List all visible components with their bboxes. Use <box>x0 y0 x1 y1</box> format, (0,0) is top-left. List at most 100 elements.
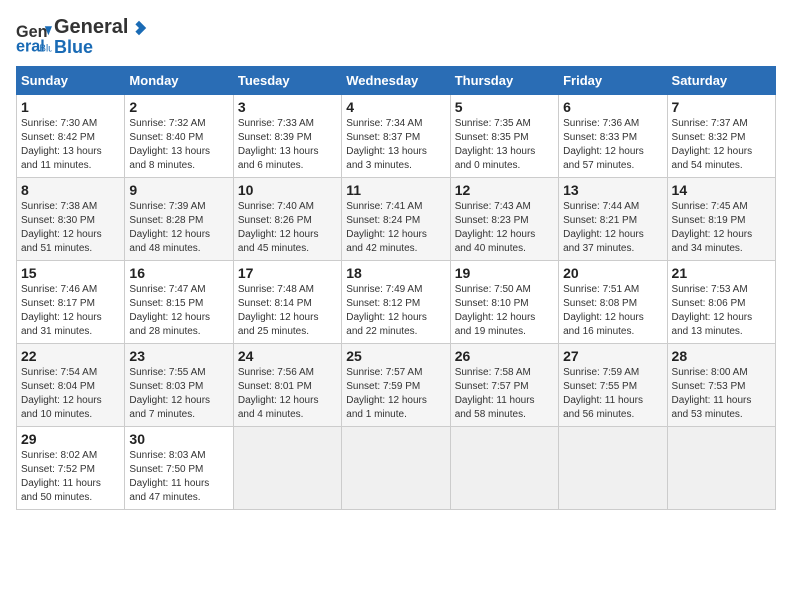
calendar-day-cell: 13 Sunrise: 7:44 AM Sunset: 8:21 PM Dayli… <box>559 177 667 260</box>
day-number: 26 <box>455 348 554 364</box>
calendar-day-cell: 23 Sunrise: 7:55 AM Sunset: 8:03 PM Dayli… <box>125 343 233 426</box>
calendar-day-cell: 8 Sunrise: 7:38 AM Sunset: 8:30 PM Daylig… <box>17 177 125 260</box>
calendar-day-cell: 26 Sunrise: 7:58 AM Sunset: 7:57 PM Dayli… <box>450 343 558 426</box>
day-info: Sunrise: 7:44 AM Sunset: 8:21 PM Dayligh… <box>563 200 662 256</box>
calendar-day-cell <box>450 426 558 509</box>
day-number: 16 <box>129 265 228 281</box>
calendar-day-cell: 3 Sunrise: 7:33 AM Sunset: 8:39 PM Daylig… <box>233 94 341 177</box>
day-info: Sunrise: 7:43 AM Sunset: 8:23 PM Dayligh… <box>455 200 554 256</box>
day-info: Sunrise: 7:45 AM Sunset: 8:19 PM Dayligh… <box>672 200 771 256</box>
calendar-day-cell: 22 Sunrise: 7:54 AM Sunset: 8:04 PM Dayli… <box>17 343 125 426</box>
day-info: Sunrise: 7:55 AM Sunset: 8:03 PM Dayligh… <box>129 366 228 422</box>
day-info: Sunrise: 7:54 AM Sunset: 8:04 PM Dayligh… <box>21 366 120 422</box>
calendar-day-cell: 27 Sunrise: 7:59 AM Sunset: 7:55 PM Dayli… <box>559 343 667 426</box>
day-number: 24 <box>238 348 337 364</box>
calendar-day-header: Friday <box>559 66 667 94</box>
calendar-day-cell: 25 Sunrise: 7:57 AM Sunset: 7:59 PM Dayli… <box>342 343 450 426</box>
day-number: 3 <box>238 99 337 115</box>
calendar-day-cell: 29 Sunrise: 8:02 AM Sunset: 7:52 PM Dayli… <box>17 426 125 509</box>
calendar-day-header: Saturday <box>667 66 775 94</box>
calendar-day-cell: 1 Sunrise: 7:30 AM Sunset: 8:42 PM Daylig… <box>17 94 125 177</box>
day-number: 15 <box>21 265 120 281</box>
page-header: Gen eral Blue General Blue <box>16 16 776 58</box>
day-info: Sunrise: 7:59 AM Sunset: 7:55 PM Dayligh… <box>563 366 662 422</box>
calendar-day-cell: 18Sunrise: 7:49 AM Sunset: 8:12 PM Dayli… <box>342 260 450 343</box>
day-number: 5 <box>455 99 554 115</box>
calendar-week-row: 22 Sunrise: 7:54 AM Sunset: 8:04 PM Dayli… <box>17 343 776 426</box>
calendar-day-cell: 28Sunrise: 8:00 AM Sunset: 7:53 PM Dayli… <box>667 343 775 426</box>
day-number: 7 <box>672 99 771 115</box>
calendar-day-cell: 19Sunrise: 7:50 AM Sunset: 8:10 PM Dayli… <box>450 260 558 343</box>
day-info: Sunrise: 7:56 AM Sunset: 8:01 PM Dayligh… <box>238 366 337 422</box>
calendar-week-row: 8 Sunrise: 7:38 AM Sunset: 8:30 PM Daylig… <box>17 177 776 260</box>
day-number: 12 <box>455 182 554 198</box>
svg-text:Blue: Blue <box>39 43 52 54</box>
day-number: 29 <box>21 431 120 447</box>
day-info: Sunrise: 7:33 AM Sunset: 8:39 PM Dayligh… <box>238 117 337 173</box>
calendar-day-cell: 14 Sunrise: 7:45 AM Sunset: 8:19 PM Dayli… <box>667 177 775 260</box>
day-info: Sunrise: 8:02 AM Sunset: 7:52 PM Dayligh… <box>21 449 120 505</box>
calendar-header-row: SundayMondayTuesdayWednesdayThursdayFrid… <box>17 66 776 94</box>
day-number: 6 <box>563 99 662 115</box>
calendar-week-row: 15 Sunrise: 7:46 AM Sunset: 8:17 PM Dayli… <box>17 260 776 343</box>
day-number: 2 <box>129 99 228 115</box>
day-number: 18 <box>346 265 445 281</box>
day-number: 22 <box>21 348 120 364</box>
calendar-week-row: 29 Sunrise: 8:02 AM Sunset: 7:52 PM Dayli… <box>17 426 776 509</box>
day-number: 30 <box>129 431 228 447</box>
calendar-day-cell: 21 Sunrise: 7:53 AM Sunset: 8:06 PM Dayli… <box>667 260 775 343</box>
day-info: Sunrise: 7:48 AM Sunset: 8:14 PM Dayligh… <box>238 283 337 339</box>
day-number: 1 <box>21 99 120 115</box>
day-info: Sunrise: 7:34 AM Sunset: 8:37 PM Dayligh… <box>346 117 445 173</box>
calendar-day-header: Monday <box>125 66 233 94</box>
day-number: 28 <box>672 348 771 364</box>
day-number: 21 <box>672 265 771 281</box>
day-info: Sunrise: 7:51 AM Sunset: 8:08 PM Dayligh… <box>563 283 662 339</box>
day-number: 13 <box>563 182 662 198</box>
day-info: Sunrise: 7:35 AM Sunset: 8:35 PM Dayligh… <box>455 117 554 173</box>
calendar-day-cell: 12 Sunrise: 7:43 AM Sunset: 8:23 PM Dayli… <box>450 177 558 260</box>
day-info: Sunrise: 7:30 AM Sunset: 8:42 PM Dayligh… <box>21 117 120 173</box>
day-info: Sunrise: 7:32 AM Sunset: 8:40 PM Dayligh… <box>129 117 228 173</box>
calendar-body: 1 Sunrise: 7:30 AM Sunset: 8:42 PM Daylig… <box>17 94 776 509</box>
calendar-day-header: Tuesday <box>233 66 341 94</box>
calendar-day-cell: 7 Sunrise: 7:37 AM Sunset: 8:32 PM Daylig… <box>667 94 775 177</box>
calendar-day-cell: 16 Sunrise: 7:47 AM Sunset: 8:15 PM Dayli… <box>125 260 233 343</box>
calendar-day-header: Thursday <box>450 66 558 94</box>
day-info: Sunrise: 7:40 AM Sunset: 8:26 PM Dayligh… <box>238 200 337 256</box>
day-info: Sunrise: 7:47 AM Sunset: 8:15 PM Dayligh… <box>129 283 228 339</box>
day-number: 9 <box>129 182 228 198</box>
calendar-day-header: Sunday <box>17 66 125 94</box>
logo-icon: Gen eral Blue <box>16 19 52 55</box>
day-number: 25 <box>346 348 445 364</box>
day-info: Sunrise: 7:37 AM Sunset: 8:32 PM Dayligh… <box>672 117 771 173</box>
calendar-day-cell <box>342 426 450 509</box>
calendar-day-cell: 5 Sunrise: 7:35 AM Sunset: 8:35 PM Daylig… <box>450 94 558 177</box>
day-number: 10 <box>238 182 337 198</box>
calendar-day-cell: 20 Sunrise: 7:51 AM Sunset: 8:08 PM Dayli… <box>559 260 667 343</box>
calendar-day-cell: 2 Sunrise: 7:32 AM Sunset: 8:40 PM Daylig… <box>125 94 233 177</box>
day-number: 20 <box>563 265 662 281</box>
day-info: Sunrise: 7:58 AM Sunset: 7:57 PM Dayligh… <box>455 366 554 422</box>
day-number: 23 <box>129 348 228 364</box>
calendar-day-cell: 15 Sunrise: 7:46 AM Sunset: 8:17 PM Dayli… <box>17 260 125 343</box>
calendar-day-cell: 24 Sunrise: 7:56 AM Sunset: 8:01 PM Dayli… <box>233 343 341 426</box>
day-number: 8 <box>21 182 120 198</box>
calendar-table: SundayMondayTuesdayWednesdayThursdayFrid… <box>16 66 776 510</box>
day-number: 14 <box>672 182 771 198</box>
calendar-day-cell: 6 Sunrise: 7:36 AM Sunset: 8:33 PM Daylig… <box>559 94 667 177</box>
calendar-week-row: 1 Sunrise: 7:30 AM Sunset: 8:42 PM Daylig… <box>17 94 776 177</box>
calendar-day-cell: 9 Sunrise: 7:39 AM Sunset: 8:28 PM Daylig… <box>125 177 233 260</box>
day-info: Sunrise: 7:50 AM Sunset: 8:10 PM Dayligh… <box>455 283 554 339</box>
calendar-day-header: Wednesday <box>342 66 450 94</box>
day-info: Sunrise: 7:53 AM Sunset: 8:06 PM Dayligh… <box>672 283 771 339</box>
day-info: Sunrise: 7:38 AM Sunset: 8:30 PM Dayligh… <box>21 200 120 256</box>
day-number: 27 <box>563 348 662 364</box>
day-info: Sunrise: 7:46 AM Sunset: 8:17 PM Dayligh… <box>21 283 120 339</box>
day-info: Sunrise: 7:39 AM Sunset: 8:28 PM Dayligh… <box>129 200 228 256</box>
day-info: Sunrise: 7:36 AM Sunset: 8:33 PM Dayligh… <box>563 117 662 173</box>
calendar-day-cell: 10 Sunrise: 7:40 AM Sunset: 8:26 PM Dayli… <box>233 177 341 260</box>
logo: Gen eral Blue General Blue <box>16 16 148 58</box>
day-info: Sunrise: 7:57 AM Sunset: 7:59 PM Dayligh… <box>346 366 445 422</box>
day-info: Sunrise: 7:41 AM Sunset: 8:24 PM Dayligh… <box>346 200 445 256</box>
